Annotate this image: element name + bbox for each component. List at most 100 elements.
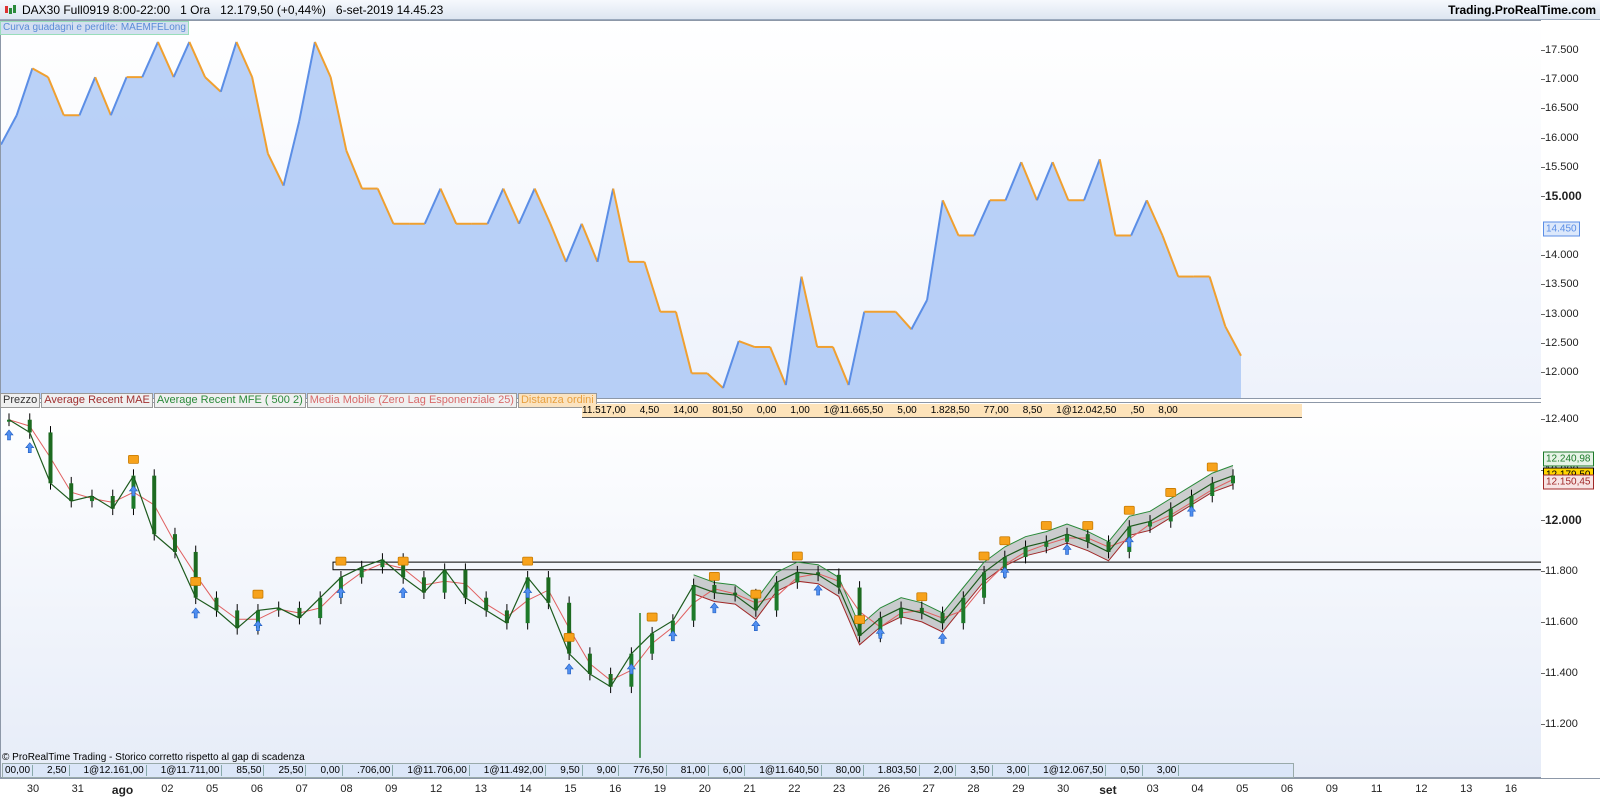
- equity-curve-title[interactable]: Curva guadagni e perdite: MAEMFELong: [0, 21, 189, 35]
- brand-label: Trading.ProRealTime.com: [1448, 3, 1596, 17]
- equity-curve-panel[interactable]: [0, 20, 1542, 399]
- price-panel[interactable]: [0, 402, 1542, 778]
- y-tick-label: 12.400: [1545, 412, 1579, 425]
- order-label: 776,50: [631, 765, 667, 776]
- order-marker: [1123, 505, 1135, 515]
- order-label: 0,00: [756, 405, 777, 416]
- equity-area: [1, 41, 1241, 398]
- x-tick-label: 26: [877, 783, 891, 795]
- x-tick-label: 22: [788, 783, 801, 795]
- order-label: 80,00: [833, 765, 864, 776]
- x-tick-label: 07: [295, 783, 308, 795]
- order-label: 8,50: [1022, 405, 1043, 416]
- order-label: 0,00: [318, 765, 343, 776]
- y-tick: [1541, 520, 1545, 522]
- x-tick-label: 20: [698, 783, 711, 795]
- order-marker: [563, 632, 575, 642]
- price-bar: [899, 607, 904, 619]
- y-tick: [1541, 284, 1545, 286]
- x-tick-label: 13: [1460, 783, 1473, 795]
- x-tick-label: 12: [1415, 783, 1428, 795]
- entry-arrow: [336, 587, 346, 598]
- entry-arrow: [668, 630, 678, 642]
- price-y-axis[interactable]: 12.40012.20012.00011.80011.60011.40011.2…: [1541, 402, 1600, 778]
- price-bar: [795, 572, 800, 583]
- order-label: 4,50: [639, 405, 660, 416]
- legend-moving-average[interactable]: Media Mobile (Zero Lag Esponenziale 25): [306, 393, 517, 408]
- y-tick-label: 11.800: [1545, 565, 1578, 578]
- price-bar: [152, 475, 157, 535]
- y-tick-label: 16.000: [1545, 131, 1579, 144]
- price-tag: 12.240,98: [1543, 451, 1594, 467]
- order-label: 1@11.665,50: [823, 405, 884, 416]
- legend-mae[interactable]: Average Recent MAE: [41, 393, 153, 408]
- price-bar: [442, 569, 447, 593]
- entry-arrow: [191, 607, 201, 619]
- order-marker: [854, 615, 865, 625]
- order-label: 2,50: [45, 765, 70, 776]
- x-tick-label: ago: [111, 783, 134, 797]
- order-label: 14,00: [673, 405, 699, 416]
- price-bar: [1210, 483, 1215, 496]
- entry-arrow: [1000, 566, 1010, 578]
- price-bar: [235, 610, 240, 629]
- entry-arrow: [1186, 505, 1197, 517]
- order-marker: [999, 536, 1011, 546]
- price-bar: [961, 597, 966, 624]
- y-tick-label: 11.400: [1545, 667, 1578, 679]
- order-label: 1@12.067,50: [1041, 765, 1107, 776]
- x-tick-label: 13: [474, 783, 487, 795]
- y-tick: [1541, 79, 1545, 81]
- y-tick-label: 16.500: [1545, 102, 1579, 115]
- order-label: 00,00: [3, 765, 34, 776]
- price-bar: [567, 602, 572, 654]
- x-tick-label: 27: [922, 783, 935, 795]
- x-tick-label: 05: [206, 783, 219, 795]
- price-bar: [1023, 546, 1028, 558]
- y-tick-label: 13.000: [1545, 307, 1579, 320]
- order-label: 2,00: [931, 765, 957, 776]
- order-label: 3,50: [968, 765, 993, 776]
- x-tick-label: 21: [743, 783, 756, 795]
- price-bar: [359, 567, 364, 578]
- entry-arrow: [813, 584, 823, 596]
- y-tick: [1541, 418, 1545, 420]
- order-label: 3,00: [1154, 765, 1180, 776]
- price-line: [8, 419, 1234, 688]
- equity-y-axis[interactable]: 17.500 17.000 16.500 16.000 15.500 15.000 14.0…: [1541, 20, 1600, 399]
- entry-arrow: [709, 602, 719, 614]
- order-marker: [1206, 462, 1218, 472]
- legend-price[interactable]: Prezzo: [0, 393, 41, 408]
- indicator-legend: Prezzo Average Recent MAE Average Recent…: [0, 393, 598, 408]
- y-tick-label: 17.500: [1545, 43, 1579, 56]
- x-tick-label: 16: [609, 783, 622, 795]
- y-tick: [1541, 372, 1545, 374]
- legend-mfe[interactable]: Average Recent MFE ( 500 2): [153, 393, 306, 408]
- entry-arrow: [1062, 543, 1072, 555]
- order-label: 1,00: [790, 405, 810, 416]
- y-tick: [1541, 571, 1545, 573]
- y-tick: [1541, 343, 1545, 344]
- price-bar: [691, 585, 696, 621]
- price-bar: [48, 432, 53, 484]
- x-tick-label: 16: [1504, 783, 1518, 795]
- order-marker: [128, 455, 139, 464]
- x-tick-label: 12: [429, 783, 443, 795]
- order-label: 801,50: [712, 405, 743, 416]
- order-label: 1@11.492,00: [481, 765, 547, 776]
- order-label: 11.517,00: [582, 405, 626, 416]
- candlestick-icon: [5, 5, 16, 14]
- x-tick-label: 11: [1370, 783, 1383, 795]
- order-label: 1@11.706,00: [405, 765, 470, 776]
- price-bar: [774, 582, 779, 611]
- entry-arrow: [751, 620, 761, 631]
- price-bar: [650, 633, 655, 654]
- entry-arrow: [253, 620, 263, 631]
- y-tick: [1541, 196, 1545, 198]
- price-bar: [193, 551, 198, 598]
- timeframe[interactable]: 1 Ora: [180, 3, 210, 17]
- price-bar: [1065, 534, 1070, 542]
- price-chart: [3, 403, 1541, 758]
- entry-arrow: [564, 663, 574, 675]
- time-axis[interactable]: 30 31 ago 02 05 06 07 08 09 12 13 14 15 16 19 20 21 22 23 2…: [0, 778, 1600, 801]
